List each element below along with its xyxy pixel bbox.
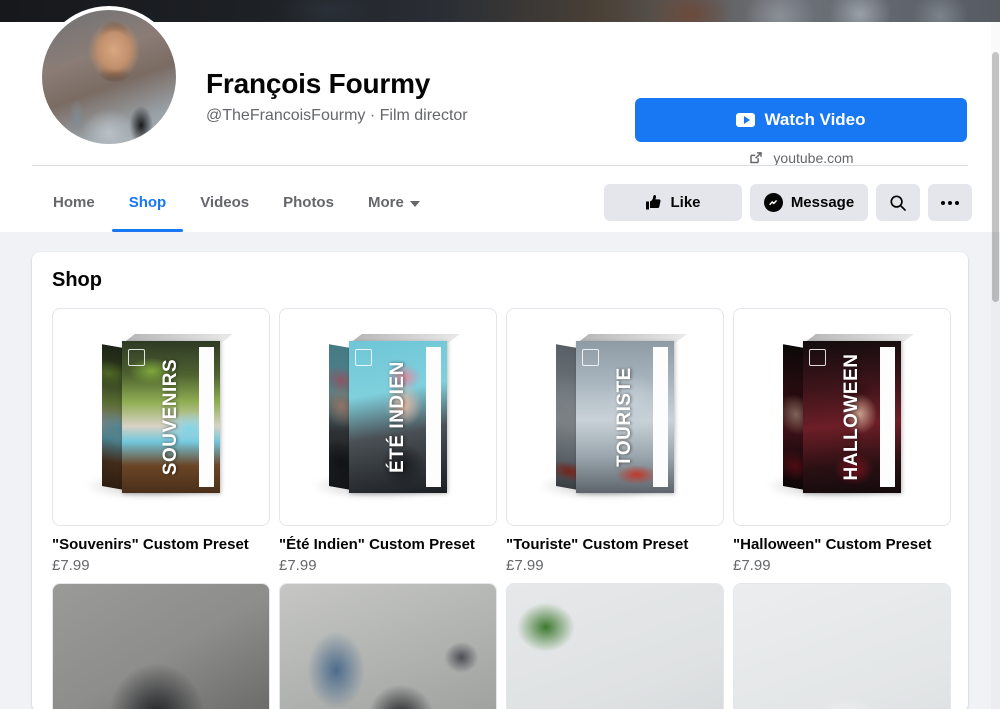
box-side-face [556, 344, 578, 490]
external-link-row[interactable]: youtube.com [635, 150, 967, 166]
product-card[interactable]: HALLOWEEN "Halloween" Custom Preset £7.9… [733, 308, 951, 574]
scrollbar[interactable] [991, 22, 1000, 709]
box-title-text: ÉTÉ INDIEN [387, 361, 408, 473]
product-thumbnail[interactable] [279, 583, 497, 709]
product-title: "Halloween" Custom Preset [733, 536, 932, 553]
product-title: "Été Indien" Custom Preset [279, 536, 475, 553]
box-title-text: HALLOWEEN [841, 353, 862, 481]
product-title: "Souvenirs" Custom Preset [52, 536, 249, 553]
product-card[interactable]: SOUVENIRS "Souvenirs" Custom Preset £7.9… [52, 308, 270, 574]
avatar[interactable] [38, 6, 180, 148]
watch-video-label: Watch Video [764, 110, 866, 129]
product-title: "Touriste" Custom Preset [506, 536, 689, 553]
preset-box-mockup: SOUVENIRS [86, 334, 233, 499]
message-button[interactable]: Message [750, 184, 868, 221]
preset-box-mockup: HALLOWEEN [767, 334, 914, 499]
box-title-text: SOUVENIRS [160, 358, 181, 476]
play-icon [736, 113, 756, 127]
tab-videos-label: Videos [200, 194, 250, 211]
preset-box-mockup: TOURISTE [540, 334, 687, 499]
brand-logo-icon [809, 349, 826, 366]
facebook-page-shop: François Fourmy @TheFrancoisFourmy · Fil… [0, 0, 1000, 709]
external-link-icon [748, 150, 764, 166]
box-title-text: TOURISTE [614, 367, 635, 467]
product-thumbnail[interactable] [52, 583, 270, 709]
box-side-art [329, 344, 351, 490]
product-thumbnail[interactable] [506, 583, 724, 709]
product-thumbnail[interactable]: HALLOWEEN [733, 308, 951, 526]
merch-image [734, 584, 950, 709]
like-button[interactable]: Like [604, 184, 742, 221]
product-price: £7.99 [279, 557, 317, 574]
product-card[interactable] [52, 583, 270, 709]
box-front-face: ÉTÉ INDIEN [349, 341, 447, 493]
more-options-button[interactable] [928, 184, 972, 221]
brand-logo-icon [128, 349, 145, 366]
profile-photo [42, 10, 176, 144]
profile-tabs: Home Shop Videos Photos More [36, 178, 437, 232]
tab-more[interactable]: More [351, 178, 437, 229]
profile-actions: Like Message [604, 184, 972, 221]
box-side-art [102, 344, 124, 490]
merch-image [53, 584, 269, 709]
product-card[interactable]: TOURISTE "Touriste" Custom Preset £7.99 [506, 308, 724, 574]
tab-home-label: Home [53, 194, 95, 211]
product-card[interactable] [733, 583, 951, 709]
chevron-down-icon [409, 200, 420, 207]
brand-logo-icon [582, 349, 599, 366]
box-spine [653, 347, 668, 487]
tab-shop-label: Shop [128, 194, 167, 211]
product-thumbnail[interactable] [733, 583, 951, 709]
product-card[interactable]: ÉTÉ INDIEN "Été Indien" Custom Preset £7… [279, 308, 497, 574]
search-icon [889, 194, 907, 212]
like-button-label: Like [670, 194, 701, 211]
product-card[interactable] [506, 583, 724, 709]
box-front-face: HALLOWEEN [803, 341, 901, 493]
tab-videos[interactable]: Videos [183, 178, 266, 229]
shop-product-grid: SOUVENIRS "Souvenirs" Custom Preset £7.9… [52, 308, 952, 709]
box-side-face [783, 344, 805, 490]
scrollbar-thumb[interactable] [992, 52, 999, 302]
product-price: £7.99 [52, 557, 90, 574]
product-card[interactable] [279, 583, 497, 709]
thumbs-up-icon [645, 194, 662, 211]
product-thumbnail[interactable]: TOURISTE [506, 308, 724, 526]
tab-more-label: More [367, 194, 404, 211]
shop-card: Shop SOUVENIRS "Souvenirs" Custom Preset… [32, 252, 968, 709]
box-side-art [556, 344, 578, 490]
box-side-art [783, 344, 805, 490]
box-side-face [329, 344, 351, 490]
product-thumbnail[interactable]: SOUVENIRS [52, 308, 270, 526]
page-subtitle: @TheFrancoisFourmy · Film director [206, 107, 468, 124]
shop-section-title: Shop [52, 269, 102, 291]
box-spine [880, 347, 895, 487]
brand-logo-icon [355, 349, 372, 366]
box-spine [426, 347, 441, 487]
box-front-face: TOURISTE [576, 341, 674, 493]
tab-home[interactable]: Home [36, 178, 112, 229]
box-spine [199, 347, 214, 487]
page-title: François Fourmy [206, 68, 431, 99]
merch-image [280, 584, 496, 709]
link-domain-label: youtube.com [773, 150, 854, 166]
merch-image [507, 584, 723, 709]
tab-shop[interactable]: Shop [111, 178, 184, 232]
tab-photos-label: Photos [283, 194, 334, 211]
product-thumbnail[interactable]: ÉTÉ INDIEN [279, 308, 497, 526]
ellipsis-icon [941, 200, 959, 205]
message-button-label: Message [790, 194, 855, 211]
messenger-icon [763, 193, 783, 212]
product-price: £7.99 [506, 557, 544, 574]
watch-video-button[interactable]: Watch Video [635, 98, 967, 142]
box-side-face [102, 344, 124, 490]
search-button[interactable] [876, 184, 920, 221]
header-divider [32, 165, 968, 166]
box-front-face: SOUVENIRS [122, 341, 220, 493]
tab-photos[interactable]: Photos [266, 178, 351, 229]
product-price: £7.99 [733, 557, 771, 574]
profile-header: François Fourmy @TheFrancoisFourmy · Fil… [0, 6, 1000, 232]
preset-box-mockup: ÉTÉ INDIEN [313, 334, 460, 499]
